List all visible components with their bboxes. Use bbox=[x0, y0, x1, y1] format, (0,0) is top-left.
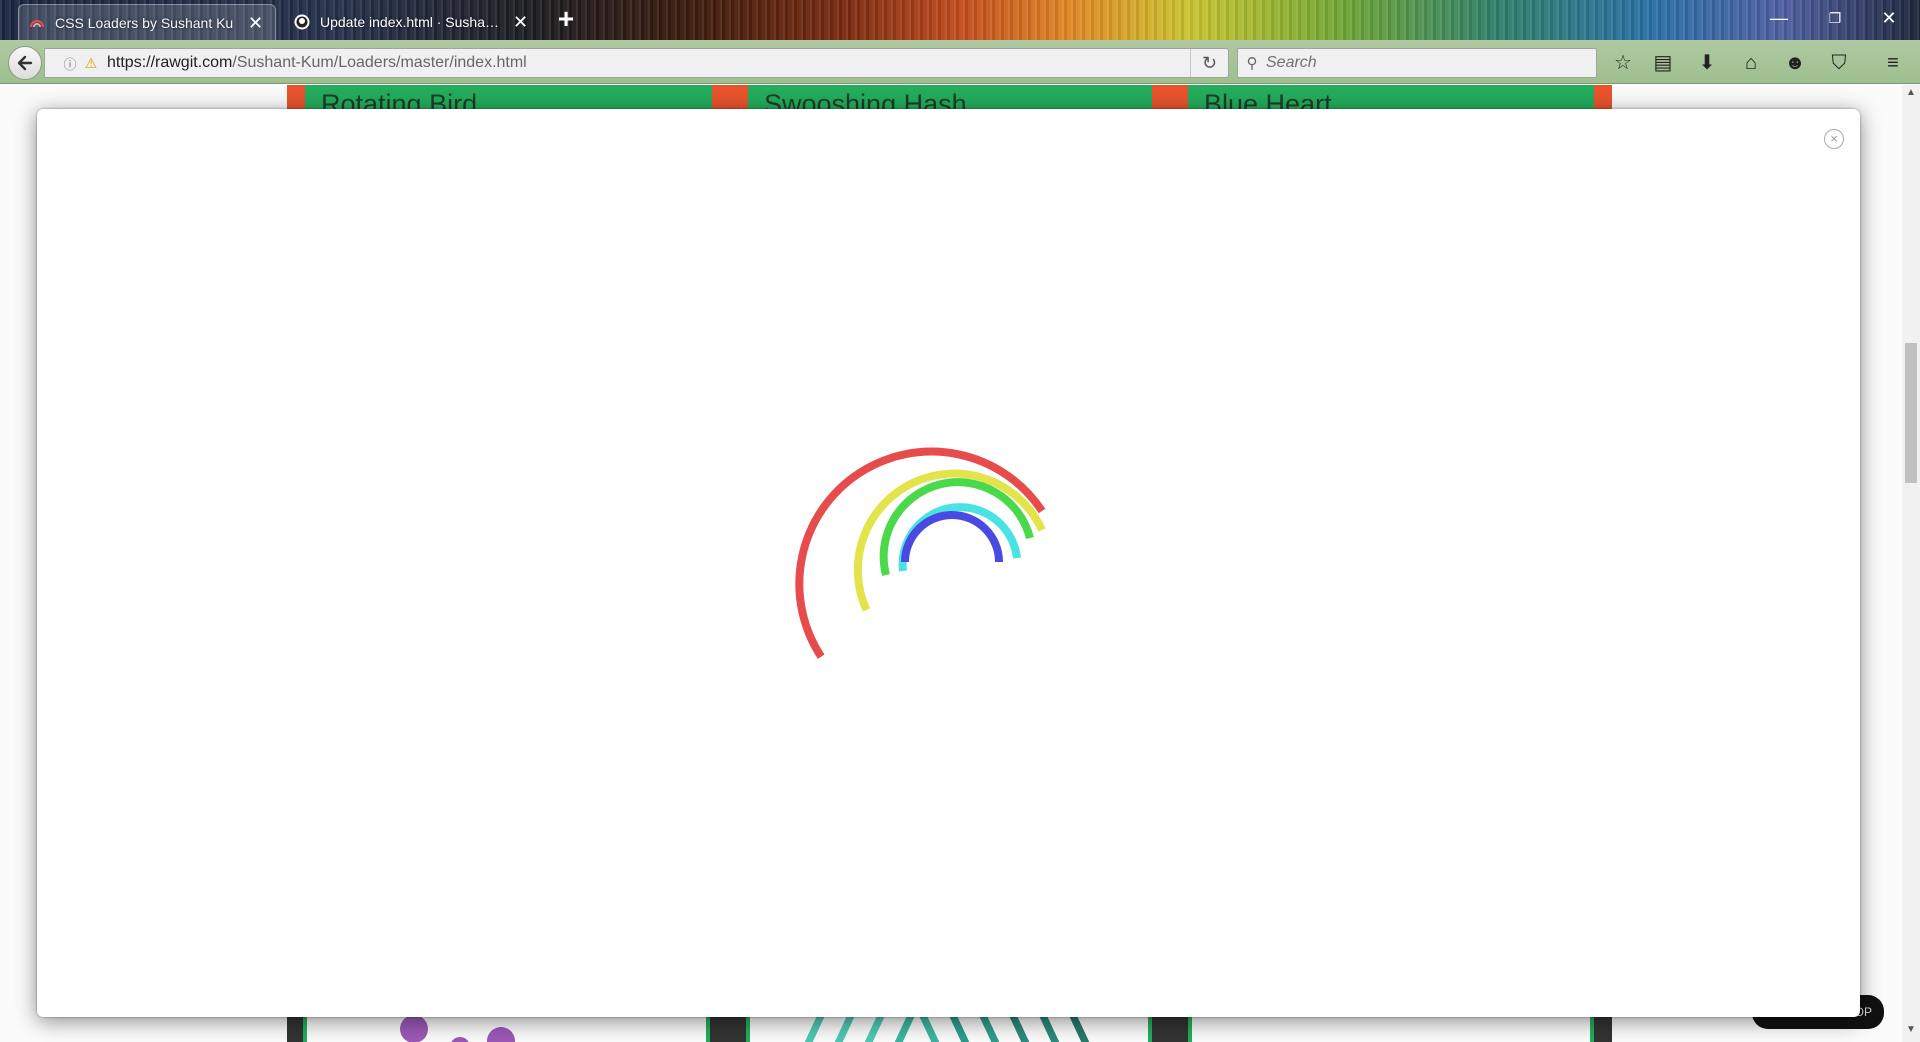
home-icon[interactable]: ⌂ bbox=[1736, 48, 1766, 78]
url-bar[interactable]: ⓘ ⚠ https://rawgit.com/Sushant-Kum/Loade… bbox=[44, 48, 1229, 78]
github-icon bbox=[294, 14, 310, 30]
url-text[interactable]: https://rawgit.com/Sushant-Kum/Loaders/m… bbox=[107, 54, 527, 72]
info-icon[interactable]: ⓘ bbox=[59, 54, 81, 73]
url-host: https://rawgit.com bbox=[107, 54, 233, 71]
new-tab-button[interactable]: + bbox=[552, 5, 580, 34]
pocket-icon[interactable]: ⛉ bbox=[1824, 48, 1854, 78]
title-bar: CSS Loaders by Sushant Ku ✕ Update index… bbox=[0, 0, 1920, 40]
modal-close-icon[interactable]: × bbox=[1824, 129, 1844, 149]
url-path: /Sushant-Kum/Loaders/master/index.html bbox=[232, 54, 527, 71]
reading-list-icon[interactable]: ▤ bbox=[1648, 48, 1678, 78]
back-button[interactable] bbox=[8, 46, 42, 80]
window-close-button[interactable]: ✕ bbox=[1866, 0, 1912, 36]
search-icon: ⚲ bbox=[1246, 55, 1258, 72]
download-icon[interactable]: ⬇ bbox=[1692, 48, 1722, 78]
scrollbar-thumb[interactable] bbox=[1905, 343, 1917, 483]
tab-title: Update index.html · Susha… bbox=[320, 14, 499, 30]
tab-github-update[interactable]: Update index.html · Susha… ✕ bbox=[284, 4, 542, 40]
rainbow-loader bbox=[795, 447, 1046, 659]
tab-title: CSS Loaders by Sushant Ku bbox=[55, 14, 234, 31]
menu-hamburger-icon[interactable]: ≡ bbox=[1878, 48, 1908, 78]
back-arrow-icon bbox=[17, 55, 33, 71]
bookmark-star-icon[interactable]: ☆ bbox=[1608, 48, 1638, 78]
tab-close-icon[interactable]: ✕ bbox=[513, 13, 528, 31]
vertical-scrollbar[interactable]: ▲ ▼ bbox=[1902, 85, 1920, 1042]
rainbow-favicon-icon bbox=[30, 19, 44, 27]
scroll-down-icon[interactable]: ▼ bbox=[1902, 1024, 1920, 1040]
minimize-button[interactable]: — bbox=[1756, 0, 1802, 36]
restore-button[interactable]: ❐ bbox=[1812, 0, 1858, 36]
search-placeholder: Search bbox=[1266, 54, 1317, 71]
hello-smiley-icon[interactable]: ☻ bbox=[1780, 48, 1810, 78]
search-bar[interactable]: ⚲ Search bbox=[1237, 48, 1597, 78]
warning-lock-icon[interactable]: ⚠ bbox=[81, 55, 101, 72]
tab-css-loaders[interactable]: CSS Loaders by Sushant Ku ✕ bbox=[18, 4, 276, 40]
reload-icon[interactable]: ↻ bbox=[1190, 49, 1228, 77]
scroll-up-icon[interactable]: ▲ bbox=[1902, 87, 1920, 103]
tab-close-icon[interactable]: ✕ bbox=[248, 14, 263, 32]
